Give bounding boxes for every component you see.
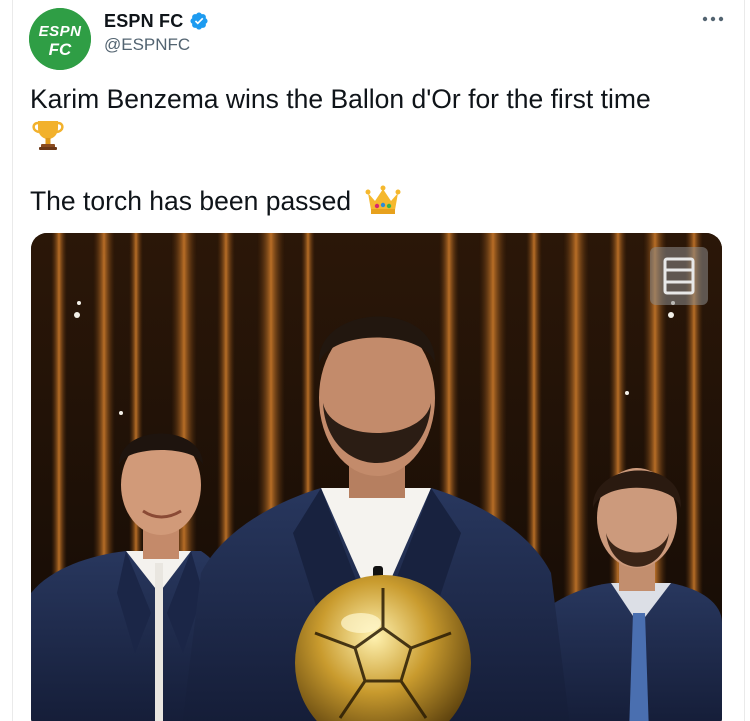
media-overlay-button[interactable] [650, 247, 708, 305]
tweet-media-image[interactable] [31, 233, 722, 721]
crown-icon [365, 185, 401, 214]
tweet-spacer [30, 152, 730, 184]
avatar-logo-text-top: ESPN [39, 23, 83, 40]
more-options-button[interactable] [700, 8, 726, 30]
display-name-row[interactable]: ESPN FC [104, 9, 209, 33]
display-name[interactable]: ESPN FC [104, 11, 183, 32]
avatar-logo-text-bottom: FC [49, 40, 72, 59]
tweet-line-1: Karim Benzema wins the Ballon d'Or for t… [30, 84, 651, 114]
ballon-dor-photo [31, 233, 722, 721]
avatar[interactable]: ESPN FC [29, 8, 91, 70]
more-options-icon [702, 16, 724, 22]
handle[interactable]: @ESPNFC [104, 35, 190, 55]
espn-fc-logo: ESPN FC [29, 8, 91, 70]
tweet-line-2: The torch has been passed [30, 186, 352, 216]
divider-left [12, 0, 13, 721]
tweet-text: Karim Benzema wins the Ballon d'Or for t… [30, 82, 730, 218]
tweet: ESPN FC ESPN FC @ESPNFC Karim Benzema wi… [0, 0, 750, 721]
trophy-icon [32, 121, 64, 150]
verified-badge-icon [189, 11, 209, 31]
tweet-line-1-emoji [30, 116, 730, 152]
divider-right [744, 0, 745, 721]
tweet-line-2-row: The torch has been passed [30, 184, 730, 218]
media-overlay-icon [663, 257, 695, 295]
